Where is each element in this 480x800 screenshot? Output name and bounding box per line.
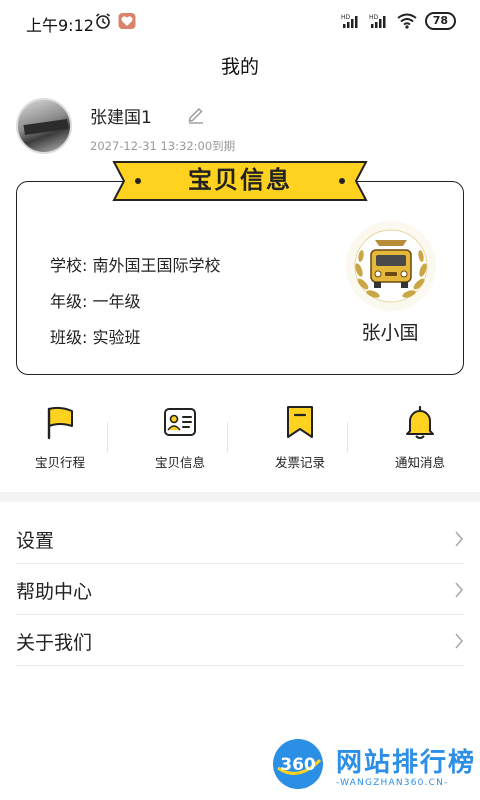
svg-text:HD: HD bbox=[341, 14, 351, 21]
quick-item-notifications[interactable]: 通知消息 bbox=[360, 400, 480, 480]
svg-text:360: 360 bbox=[280, 755, 316, 775]
card-title: 宝贝信息 bbox=[188, 166, 292, 194]
quick-menu: 宝贝行程 宝贝信息 发票记录 通知消息 bbox=[0, 400, 480, 480]
id-card-icon bbox=[164, 408, 196, 436]
quick-item-baby-info[interactable]: 宝贝信息 bbox=[120, 400, 240, 480]
divider bbox=[107, 422, 108, 452]
divider bbox=[227, 422, 228, 452]
divider bbox=[347, 422, 348, 452]
menu-label: 关于我们 bbox=[16, 632, 93, 654]
bookmark-icon bbox=[287, 406, 313, 438]
page-title: 我的 bbox=[220, 56, 259, 78]
signal-icon-2: HD bbox=[369, 14, 386, 28]
school-info: 学校: 南外国王国际学校 bbox=[50, 256, 221, 275]
wifi-icon bbox=[397, 13, 417, 29]
edit-icon[interactable] bbox=[186, 104, 206, 124]
quick-item-invoice-records[interactable]: 发票记录 bbox=[240, 400, 360, 480]
watermark-logo: 360 bbox=[273, 739, 323, 789]
alarm-icon bbox=[96, 13, 110, 29]
watermark-title: 网站排行榜 bbox=[336, 748, 477, 778]
signal-icon: HD bbox=[341, 14, 358, 28]
school-bus-badge bbox=[346, 221, 436, 311]
status-right-group: HD HD 78 bbox=[341, 12, 456, 30]
quick-label: 发票记录 bbox=[274, 455, 325, 470]
svg-text:HD: HD bbox=[369, 14, 379, 21]
menu-row-about-us[interactable]: 关于我们 bbox=[16, 616, 464, 666]
section-gap bbox=[0, 492, 480, 502]
status-bar: 上午9:12 HD HD 78 bbox=[0, 0, 480, 44]
flag-icon bbox=[47, 406, 73, 440]
class-info: 班级: 实验班 bbox=[50, 328, 141, 347]
battery-indicator: 78 bbox=[424, 12, 456, 30]
bell-icon bbox=[406, 405, 434, 439]
avatar[interactable] bbox=[16, 98, 72, 154]
menu-row-settings[interactable]: 设置 bbox=[16, 514, 464, 564]
grade-info: 年级: 一年级 bbox=[50, 292, 141, 311]
quick-item-baby-trip[interactable]: 宝贝行程 bbox=[0, 400, 120, 480]
menu-label: 帮助中心 bbox=[16, 581, 93, 603]
chevron-right-icon bbox=[455, 633, 464, 649]
menu-row-help-center[interactable]: 帮助中心 bbox=[16, 565, 464, 615]
chevron-right-icon bbox=[455, 582, 464, 598]
status-time: 上午9:12 bbox=[26, 16, 94, 35]
quick-label: 宝贝行程 bbox=[34, 455, 85, 470]
watermark-subtitle: -WANGZHAN360.CN- bbox=[336, 778, 449, 788]
membership-expiry: 2027-12-31 13:32:00到期 bbox=[90, 139, 236, 153]
menu-label: 设置 bbox=[16, 530, 55, 552]
child-name: 张小国 bbox=[361, 322, 419, 344]
chevron-right-icon bbox=[455, 531, 464, 547]
health-heart-icon bbox=[118, 13, 136, 29]
user-name: 张建国1 bbox=[90, 108, 152, 128]
quick-label: 宝贝信息 bbox=[154, 455, 205, 470]
quick-label: 通知消息 bbox=[394, 455, 445, 470]
